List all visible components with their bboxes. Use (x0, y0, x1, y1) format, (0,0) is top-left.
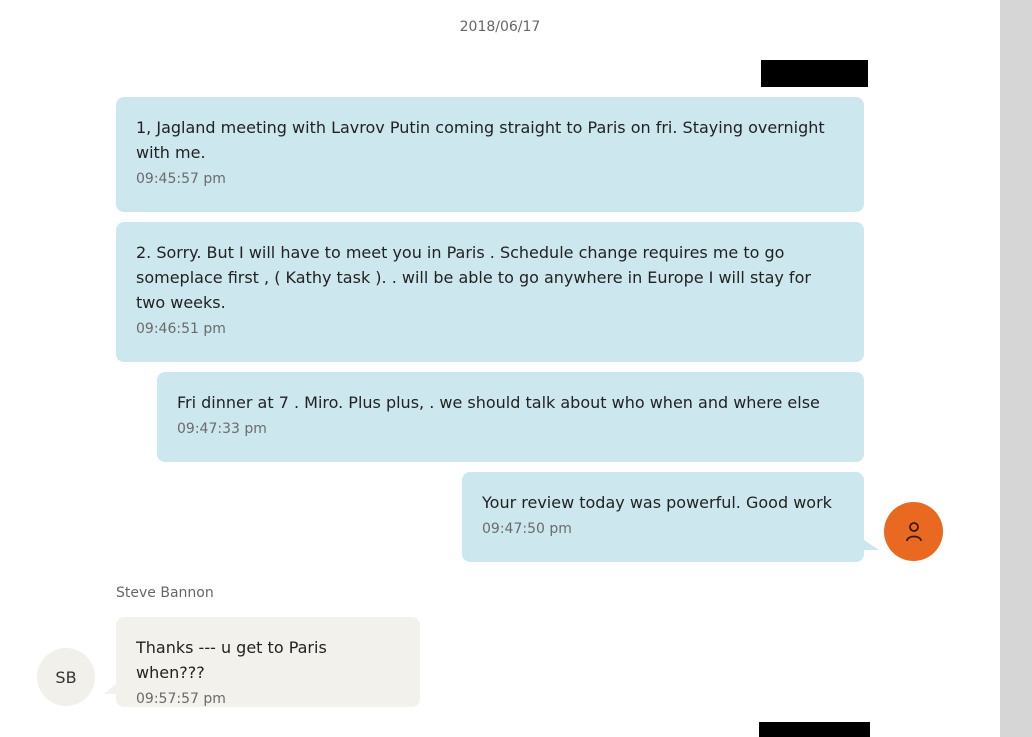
message-bubble-outgoing[interactable]: Your review today was powerful. Good wor… (462, 472, 864, 562)
bubble-tail (104, 682, 118, 694)
message-timestamp: 09:47:50 pm (482, 521, 572, 537)
redaction-bar (761, 60, 868, 87)
message-bubble-outgoing[interactable]: 2. Sorry. But I will have to meet you in… (116, 222, 864, 362)
message-timestamp: 09:46:51 pm (136, 321, 226, 337)
bubble-tail (861, 538, 879, 550)
message-timestamp: 09:57:57 pm (136, 691, 226, 707)
redaction-bar (759, 722, 870, 737)
message-bubble-outgoing[interactable]: Fri dinner at 7 . Miro. Plus plus, . we … (157, 372, 864, 462)
sender-avatar[interactable]: SB (37, 648, 95, 706)
message-text: Fri dinner at 7 . Miro. Plus plus, . we … (177, 393, 820, 412)
message-timestamp: 09:47:33 pm (177, 421, 267, 437)
message-timestamp: 09:45:57 pm (136, 171, 226, 187)
scrollbar-track[interactable] (1000, 0, 1032, 737)
date-divider: 2018/06/17 (459, 19, 541, 35)
self-avatar[interactable] (884, 502, 943, 561)
message-text: 1, Jagland meeting with Lavrov Putin com… (136, 118, 825, 162)
message-bubble-incoming[interactable]: Thanks --- u get to Paris when??? 09:57:… (116, 617, 420, 707)
message-text: Your review today was powerful. Good wor… (482, 493, 832, 512)
sender-name: Steve Bannon (116, 585, 214, 601)
message-bubble-outgoing[interactable]: 1, Jagland meeting with Lavrov Putin com… (116, 97, 864, 212)
message-text: Thanks --- u get to Paris when??? (136, 638, 327, 682)
person-icon (905, 521, 922, 541)
message-text: 2. Sorry. But I will have to meet you in… (136, 243, 811, 312)
